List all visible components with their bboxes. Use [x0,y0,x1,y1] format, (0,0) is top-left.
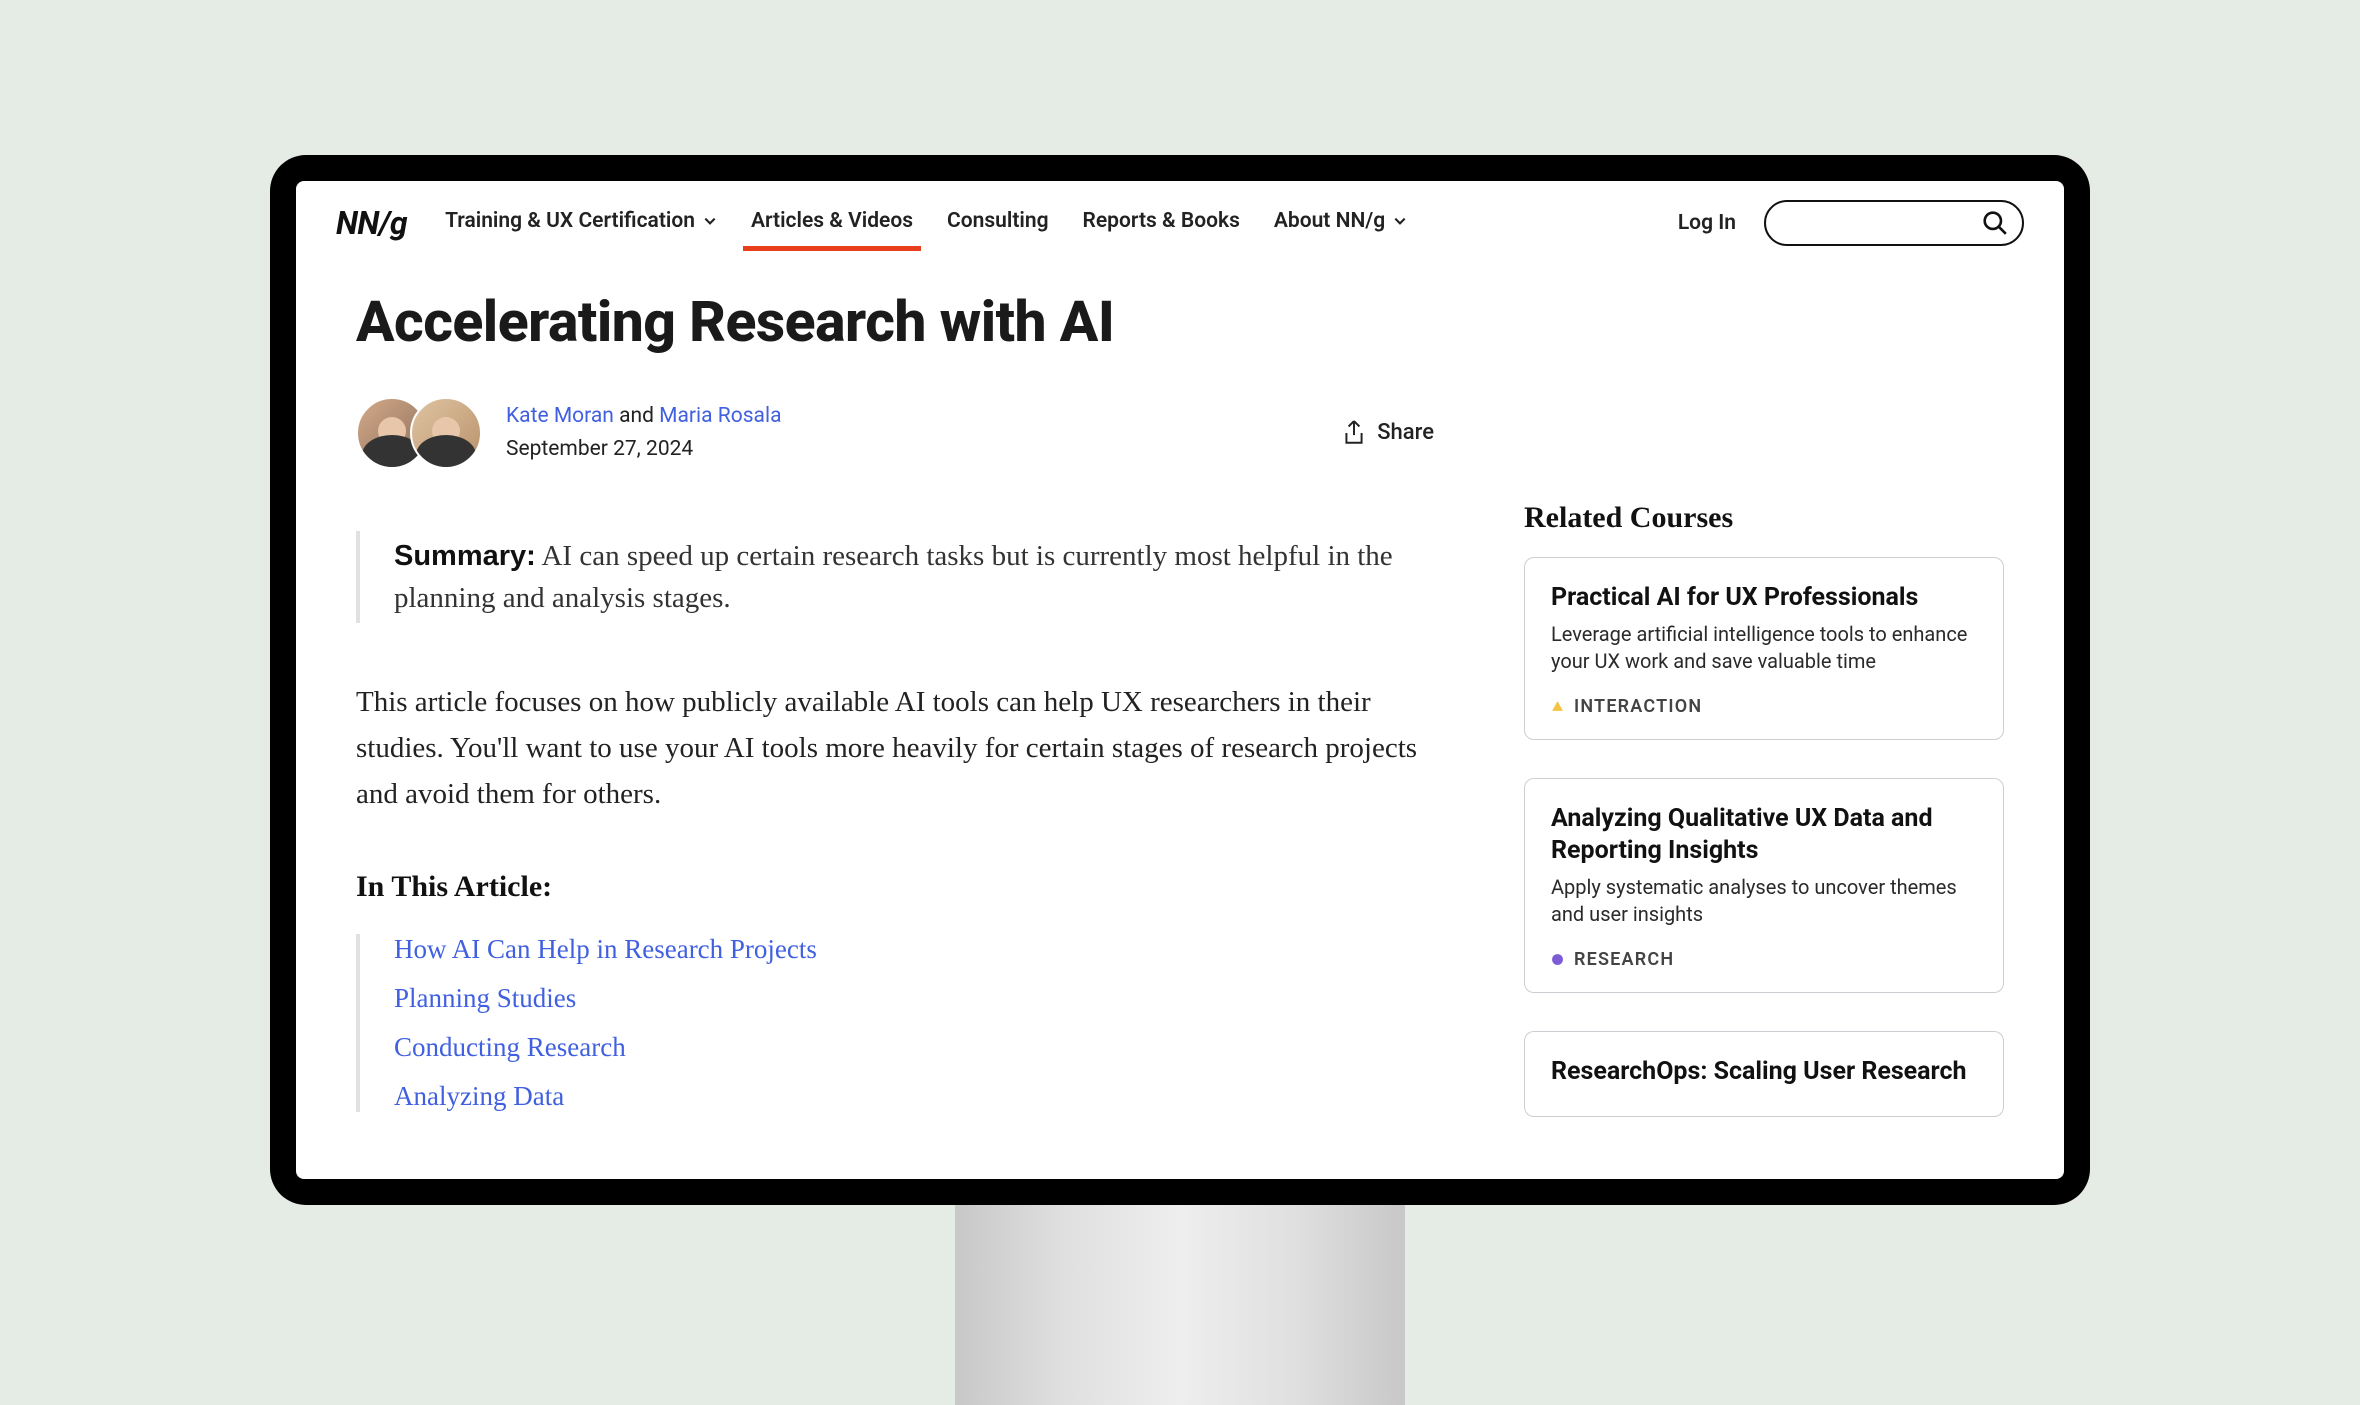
course-tag: INTERACTION [1551,696,1977,717]
course-title: Analyzing Qualitative UX Data and Report… [1551,803,1977,868]
toc-link[interactable]: Planning Studies [394,983,1434,1014]
nav-articles[interactable]: Articles & Videos [751,199,913,247]
course-tag-label: RESEARCH [1574,949,1674,970]
meta-left: Kate Moran and Maria Rosala September 27… [356,397,782,469]
author-link[interactable]: Kate Moran [506,404,614,428]
course-description: Leverage artificial intelligence tools t… [1551,621,1977,676]
body-paragraph: This article focuses on how publicly ava… [356,679,1434,818]
nav-reports[interactable]: Reports & Books [1083,199,1240,247]
byline: Kate Moran and Maria Rosala [506,400,782,433]
search-icon [1982,210,2008,236]
primary-nav: Training & UX Certification Articles & V… [445,199,1650,247]
share-icon [1343,420,1365,446]
nav-label: Reports & Books [1083,209,1240,233]
course-card[interactable]: ResearchOps: Scaling User Research [1524,1031,2004,1118]
share-button[interactable]: Share [1343,420,1434,446]
course-description: Apply systematic analyses to uncover the… [1551,874,1977,929]
content: Accelerating Research with AI Kate Moran… [296,257,2064,1155]
summary-block: Summary: AI can speed up certain researc… [356,531,1434,623]
author-join: and [619,404,654,428]
header-right: Log In [1678,200,2024,246]
chevron-down-icon [1393,214,1407,228]
login-link[interactable]: Log In [1678,211,1736,235]
summary-text: AI can speed up certain research tasks b… [394,540,1393,614]
related-courses-heading: Related Courses [1524,501,2004,535]
circle-icon [1551,953,1564,966]
toc-link[interactable]: Analyzing Data [394,1081,1434,1112]
course-card[interactable]: Analyzing Qualitative UX Data and Report… [1524,778,2004,993]
table-of-contents: How AI Can Help in Research Projects Pla… [356,934,1434,1112]
toc-link[interactable]: How AI Can Help in Research Projects [394,934,1434,965]
main-article: Accelerating Research with AI Kate Moran… [356,289,1434,1155]
monitor-stand [955,1205,1405,1405]
avatar[interactable] [410,397,482,469]
header: NN/g Training & UX Certification Article… [296,181,2064,257]
course-tag: RESEARCH [1551,949,1977,970]
nav-about[interactable]: About NN/g [1274,199,1407,247]
nav-consulting[interactable]: Consulting [947,199,1049,247]
summary-label: Summary: [394,540,536,572]
nav-label: Articles & Videos [751,209,913,233]
nav-label: About NN/g [1274,209,1385,233]
screen: NN/g Training & UX Certification Article… [296,181,2064,1179]
nav-label: Training & UX Certification [445,209,695,233]
meta-text: Kate Moran and Maria Rosala September 27… [506,400,782,465]
course-title: Practical AI for UX Professionals [1551,582,1977,615]
author-avatars [356,397,482,469]
monitor-frame: NN/g Training & UX Certification Article… [270,155,2090,1205]
site-logo[interactable]: NN/g [336,204,407,242]
nav-label: Consulting [947,209,1049,233]
publish-date: September 27, 2024 [506,433,782,466]
triangle-icon [1551,700,1564,713]
search-input[interactable] [1764,200,2024,246]
chevron-down-icon [703,214,717,228]
course-title: ResearchOps: Scaling User Research [1551,1056,1977,1089]
course-tag-label: INTERACTION [1574,696,1702,717]
share-label: Share [1377,420,1434,445]
author-link[interactable]: Maria Rosala [659,404,781,428]
sidebar: Related Courses Practical AI for UX Prof… [1524,289,2004,1155]
course-card[interactable]: Practical AI for UX Professionals Levera… [1524,557,2004,740]
article-title: Accelerating Research with AI [356,289,1434,355]
toc-link[interactable]: Conducting Research [394,1032,1434,1063]
toc-heading: In This Article: [356,870,1434,904]
nav-training[interactable]: Training & UX Certification [445,199,717,247]
article-meta: Kate Moran and Maria Rosala September 27… [356,397,1434,469]
